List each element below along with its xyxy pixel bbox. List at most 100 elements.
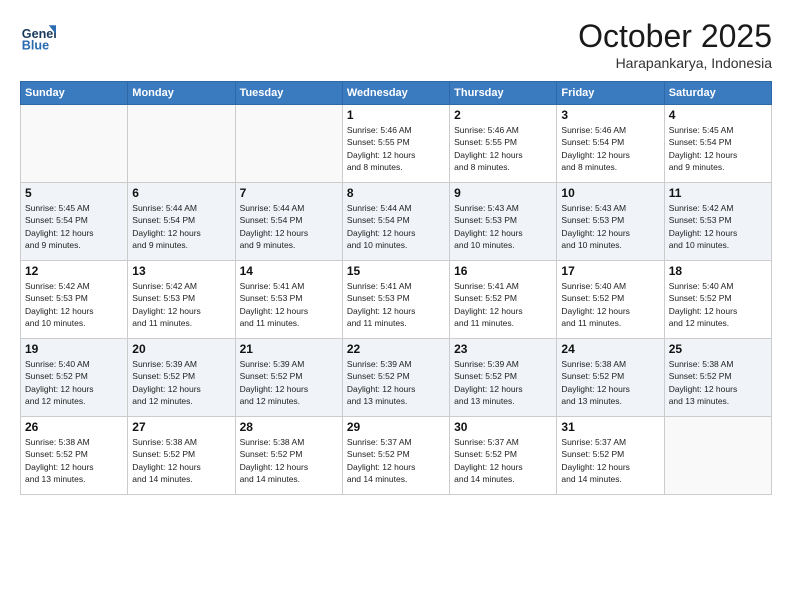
table-row: 8 Sunrise: 5:44 AMSunset: 5:54 PMDaylight… bbox=[342, 183, 449, 261]
table-row: 12Sunrise: 5:42 AMSunset: 5:53 PMDayligh… bbox=[21, 261, 128, 339]
day-info: Sunrise: 5:38 AMSunset: 5:52 PMDaylight:… bbox=[240, 436, 338, 485]
table-row: 1 Sunrise: 5:46 AMSunset: 5:55 PMDaylight… bbox=[342, 105, 449, 183]
page: General Blue October 2025 Harapankarya, … bbox=[0, 0, 792, 612]
table-row: 27 Sunrise: 5:38 AMSunset: 5:52 PMDayligh… bbox=[128, 417, 235, 495]
table-row: 19 Sunrise: 5:40 AMSunset: 5:52 PMDayligh… bbox=[21, 339, 128, 417]
calendar-header-row: Sunday Monday Tuesday Wednesday Thursday… bbox=[21, 82, 772, 105]
day-number: 12 bbox=[25, 264, 123, 278]
table-row: 18Sunrise: 5:40 AMSunset: 5:52 PMDayligh… bbox=[664, 261, 771, 339]
table-row: 17 Sunrise: 5:40 AMSunset: 5:52 PMDayligh… bbox=[557, 261, 664, 339]
day-info: Sunrise: 5:44 AMSunset: 5:54 PMDaylight:… bbox=[240, 202, 338, 251]
day-info: Sunrise: 5:39 AMSunset: 5:52 PMDaylight:… bbox=[132, 358, 230, 407]
day-number: 4 bbox=[669, 108, 767, 122]
table-row: 29 Sunrise: 5:37 AMSunset: 5:52 PMDayligh… bbox=[342, 417, 449, 495]
day-info: Sunrise: 5:37 AMSunset: 5:52 PMDaylight:… bbox=[561, 436, 659, 485]
day-number: 11 bbox=[669, 186, 767, 200]
day-info: Sunrise: 5:38 AMSunset: 5:52 PMDaylight:… bbox=[669, 358, 767, 407]
day-info: Sunrise: 5:41 AMSunset: 5:52 PMDaylight:… bbox=[454, 280, 552, 329]
day-info: Sunrise: 5:40 AMSunset: 5:52 PMDaylight:… bbox=[25, 358, 123, 407]
col-wednesday: Wednesday bbox=[342, 82, 449, 105]
table-row: 21 Sunrise: 5:39 AMSunset: 5:52 PMDayligh… bbox=[235, 339, 342, 417]
day-info: Sunrise: 5:42 AMSunset: 5:53 PMDaylight:… bbox=[669, 202, 767, 251]
table-row: 3 Sunrise: 5:46 AMSunset: 5:54 PMDaylight… bbox=[557, 105, 664, 183]
day-number: 22 bbox=[347, 342, 445, 356]
col-monday: Monday bbox=[128, 82, 235, 105]
day-number: 7 bbox=[240, 186, 338, 200]
month-title: October 2025 bbox=[578, 18, 772, 55]
day-info: Sunrise: 5:37 AMSunset: 5:52 PMDaylight:… bbox=[347, 436, 445, 485]
table-row: 2 Sunrise: 5:46 AMSunset: 5:55 PMDaylight… bbox=[450, 105, 557, 183]
col-saturday: Saturday bbox=[664, 82, 771, 105]
table-row: 14 Sunrise: 5:41 AMSunset: 5:53 PMDayligh… bbox=[235, 261, 342, 339]
calendar-week-row: 26 Sunrise: 5:38 AMSunset: 5:52 PMDayligh… bbox=[21, 417, 772, 495]
title-block: October 2025 Harapankarya, Indonesia bbox=[578, 18, 772, 71]
day-info: Sunrise: 5:44 AMSunset: 5:54 PMDaylight:… bbox=[132, 202, 230, 251]
table-row: 9 Sunrise: 5:43 AMSunset: 5:53 PMDaylight… bbox=[450, 183, 557, 261]
table-row: 31 Sunrise: 5:37 AMSunset: 5:52 PMDayligh… bbox=[557, 417, 664, 495]
table-row: 6Sunrise: 5:44 AMSunset: 5:54 PMDaylight… bbox=[128, 183, 235, 261]
day-number: 26 bbox=[25, 420, 123, 434]
day-number: 16 bbox=[454, 264, 552, 278]
day-info: Sunrise: 5:46 AMSunset: 5:55 PMDaylight:… bbox=[454, 124, 552, 173]
day-number: 14 bbox=[240, 264, 338, 278]
day-info: Sunrise: 5:46 AMSunset: 5:54 PMDaylight:… bbox=[561, 124, 659, 173]
day-number: 3 bbox=[561, 108, 659, 122]
day-number: 21 bbox=[240, 342, 338, 356]
day-info: Sunrise: 5:46 AMSunset: 5:55 PMDaylight:… bbox=[347, 124, 445, 173]
day-number: 28 bbox=[240, 420, 338, 434]
day-info: Sunrise: 5:38 AMSunset: 5:52 PMDaylight:… bbox=[25, 436, 123, 485]
col-tuesday: Tuesday bbox=[235, 82, 342, 105]
day-number: 5 bbox=[25, 186, 123, 200]
table-row: 7 Sunrise: 5:44 AMSunset: 5:54 PMDaylight… bbox=[235, 183, 342, 261]
day-number: 17 bbox=[561, 264, 659, 278]
table-row bbox=[664, 417, 771, 495]
table-row: 28 Sunrise: 5:38 AMSunset: 5:52 PMDayligh… bbox=[235, 417, 342, 495]
day-number: 2 bbox=[454, 108, 552, 122]
col-thursday: Thursday bbox=[450, 82, 557, 105]
day-number: 19 bbox=[25, 342, 123, 356]
calendar-table: Sunday Monday Tuesday Wednesday Thursday… bbox=[20, 81, 772, 495]
table-row: 11 Sunrise: 5:42 AMSunset: 5:53 PMDayligh… bbox=[664, 183, 771, 261]
day-info: Sunrise: 5:39 AMSunset: 5:52 PMDaylight:… bbox=[240, 358, 338, 407]
calendar-week-row: 12Sunrise: 5:42 AMSunset: 5:53 PMDayligh… bbox=[21, 261, 772, 339]
day-number: 1 bbox=[347, 108, 445, 122]
header: General Blue October 2025 Harapankarya, … bbox=[20, 18, 772, 71]
table-row: 13Sunrise: 5:42 AMSunset: 5:53 PMDayligh… bbox=[128, 261, 235, 339]
table-row bbox=[21, 105, 128, 183]
day-number: 20 bbox=[132, 342, 230, 356]
table-row: 16 Sunrise: 5:41 AMSunset: 5:52 PMDayligh… bbox=[450, 261, 557, 339]
table-row: 25 Sunrise: 5:38 AMSunset: 5:52 PMDayligh… bbox=[664, 339, 771, 417]
calendar-week-row: 19 Sunrise: 5:40 AMSunset: 5:52 PMDayligh… bbox=[21, 339, 772, 417]
day-info: Sunrise: 5:37 AMSunset: 5:52 PMDaylight:… bbox=[454, 436, 552, 485]
day-info: Sunrise: 5:38 AMSunset: 5:52 PMDaylight:… bbox=[132, 436, 230, 485]
subtitle: Harapankarya, Indonesia bbox=[578, 55, 772, 71]
day-info: Sunrise: 5:40 AMSunset: 5:52 PMDaylight:… bbox=[669, 280, 767, 329]
table-row: 23 Sunrise: 5:39 AMSunset: 5:52 PMDayligh… bbox=[450, 339, 557, 417]
day-number: 13 bbox=[132, 264, 230, 278]
logo-icon: General Blue bbox=[20, 18, 56, 54]
day-info: Sunrise: 5:39 AMSunset: 5:52 PMDaylight:… bbox=[454, 358, 552, 407]
calendar-week-row: 1 Sunrise: 5:46 AMSunset: 5:55 PMDaylight… bbox=[21, 105, 772, 183]
day-number: 29 bbox=[347, 420, 445, 434]
day-number: 8 bbox=[347, 186, 445, 200]
table-row bbox=[128, 105, 235, 183]
table-row: 20 Sunrise: 5:39 AMSunset: 5:52 PMDayligh… bbox=[128, 339, 235, 417]
day-info: Sunrise: 5:38 AMSunset: 5:52 PMDaylight:… bbox=[561, 358, 659, 407]
table-row: 5Sunrise: 5:45 AMSunset: 5:54 PMDaylight… bbox=[21, 183, 128, 261]
day-number: 30 bbox=[454, 420, 552, 434]
day-info: Sunrise: 5:41 AMSunset: 5:53 PMDaylight:… bbox=[240, 280, 338, 329]
day-info: Sunrise: 5:43 AMSunset: 5:53 PMDaylight:… bbox=[454, 202, 552, 251]
day-number: 27 bbox=[132, 420, 230, 434]
day-info: Sunrise: 5:40 AMSunset: 5:52 PMDaylight:… bbox=[561, 280, 659, 329]
day-number: 31 bbox=[561, 420, 659, 434]
col-friday: Friday bbox=[557, 82, 664, 105]
day-info: Sunrise: 5:43 AMSunset: 5:53 PMDaylight:… bbox=[561, 202, 659, 251]
day-number: 23 bbox=[454, 342, 552, 356]
day-info: Sunrise: 5:44 AMSunset: 5:54 PMDaylight:… bbox=[347, 202, 445, 251]
table-row: 4Sunrise: 5:45 AMSunset: 5:54 PMDaylight… bbox=[664, 105, 771, 183]
day-number: 15 bbox=[347, 264, 445, 278]
calendar-week-row: 5Sunrise: 5:45 AMSunset: 5:54 PMDaylight… bbox=[21, 183, 772, 261]
day-number: 9 bbox=[454, 186, 552, 200]
day-number: 25 bbox=[669, 342, 767, 356]
table-row: 30 Sunrise: 5:37 AMSunset: 5:52 PMDayligh… bbox=[450, 417, 557, 495]
